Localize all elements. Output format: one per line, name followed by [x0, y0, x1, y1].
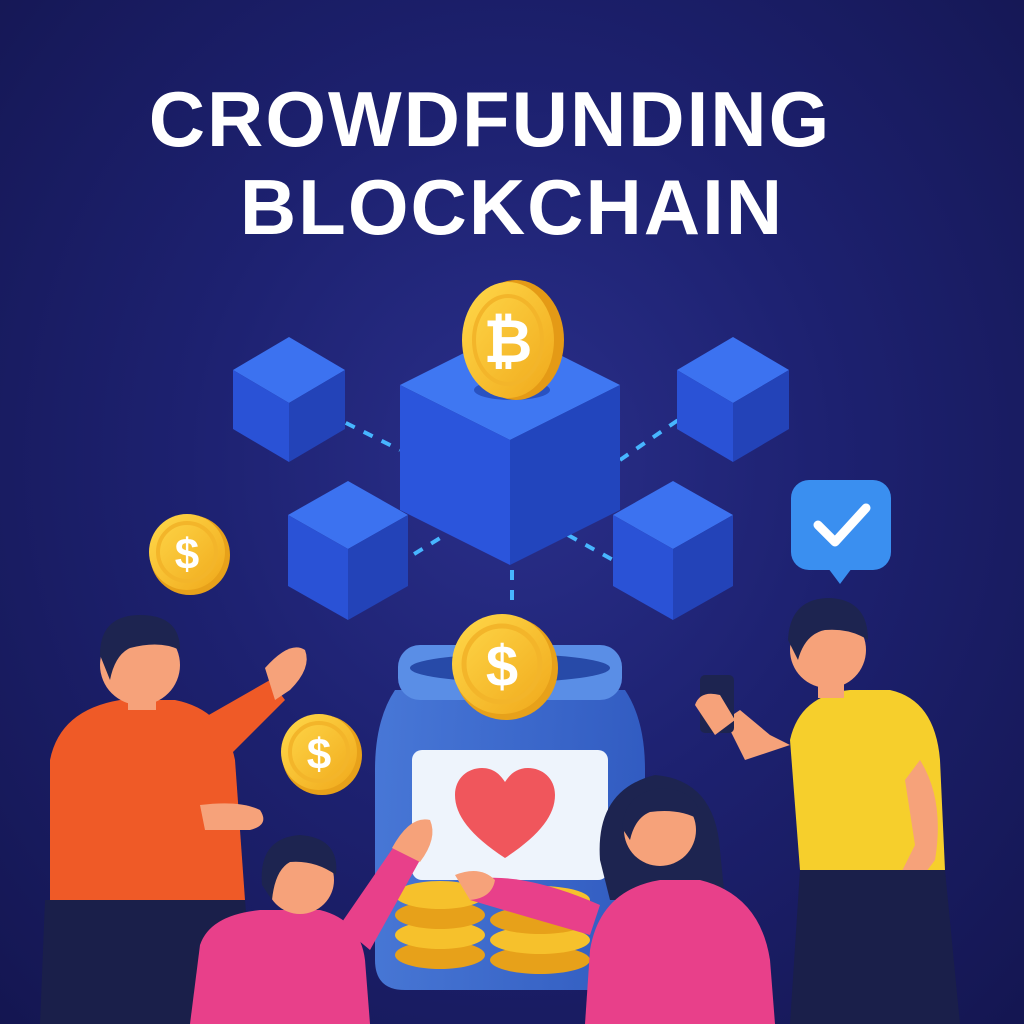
block-top-left [233, 337, 345, 462]
block-bottom-right [613, 481, 733, 620]
check-icon [791, 480, 891, 584]
dollar-icon: $ [149, 514, 230, 595]
svg-text:$: $ [175, 530, 199, 579]
illustration-canvas: CROWDFUNDING BLOCKCHAIN ₿ $ $ $ [0, 0, 1024, 1024]
svg-text:$: $ [307, 730, 331, 779]
block-top-right [677, 337, 789, 462]
svg-text:₿: ₿ [484, 308, 533, 375]
block-bottom-left [288, 481, 408, 620]
svg-text:$: $ [486, 634, 518, 699]
bitcoin-icon: ₿ [462, 280, 564, 400]
blockchain-crowdfunding-art: ₿ $ $ $ [40, 280, 960, 1024]
dollar-icon: $ [281, 714, 362, 795]
